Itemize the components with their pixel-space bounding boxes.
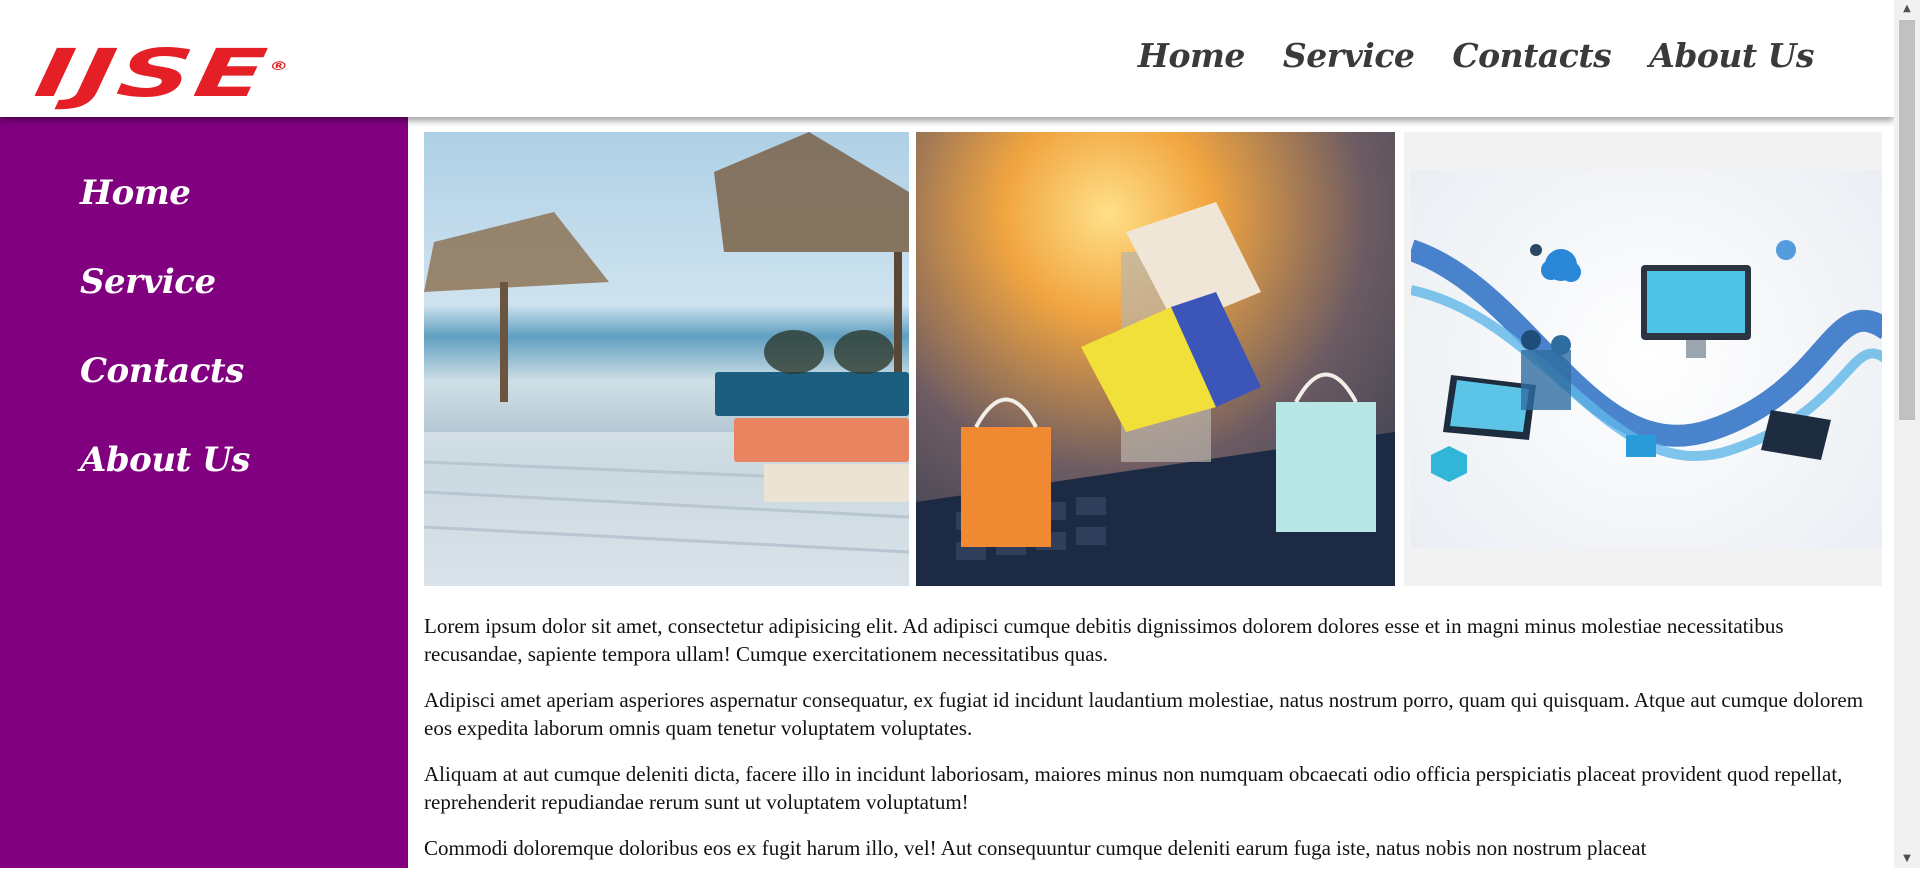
registered-mark: ®	[268, 59, 293, 73]
sidebar-item-contacts[interactable]: Contacts	[80, 351, 250, 440]
scroll-thumb[interactable]	[1899, 20, 1915, 420]
sidebar-item-home[interactable]: Home	[80, 173, 250, 262]
technology-illustration	[1407, 239, 1882, 482]
scroll-down-icon[interactable]: ▼	[1894, 850, 1920, 868]
paragraph-4: Commodi doloremque doloribus eos ex fugi…	[424, 836, 1647, 860]
shopping-illustration	[916, 202, 1395, 586]
scroll-up-icon[interactable]: ▲	[1894, 0, 1920, 18]
vertical-scrollbar[interactable]: ▲ ▼	[1894, 0, 1920, 868]
top-nav-about-us-link[interactable]: About Us	[1649, 36, 1814, 75]
image-gallery	[424, 132, 1884, 586]
sidebar-item-about-us[interactable]: About Us	[80, 440, 250, 529]
top-nav-service-link[interactable]: Service	[1283, 36, 1415, 75]
sidebar-item-service[interactable]: Service	[80, 262, 250, 351]
beach-books-sunglasses-image	[424, 132, 909, 586]
top-navigation: Home Service Contacts About Us	[1138, 36, 1815, 75]
main-content: Lorem ipsum dolor sit amet, consectetur …	[424, 132, 1884, 880]
ijse-logo[interactable]: IJSE®	[30, 35, 524, 112]
digital-technology-network-image	[1404, 132, 1882, 586]
top-nav-contacts-link[interactable]: Contacts	[1452, 36, 1611, 75]
logo-text: IJSE	[29, 35, 275, 112]
paragraph-3: Aliquam at aut cumque deleniti dicta, fa…	[424, 762, 1843, 814]
shopping-bags-cart-laptop-image	[916, 132, 1395, 586]
sidebar: Home Service Contacts About Us	[0, 117, 408, 868]
sidebar-navigation: Home Service Contacts About Us	[80, 173, 250, 529]
technology-panel	[1407, 170, 1882, 548]
paragraph-2: Adipisci amet aperiam asperiores asperna…	[424, 688, 1864, 740]
content-text: Lorem ipsum dolor sit amet, consectetur …	[424, 612, 1884, 862]
beach-illustration	[424, 132, 909, 586]
site-header: IJSE® Home Service Contacts About Us	[0, 0, 1894, 117]
top-nav-home-link[interactable]: Home	[1138, 36, 1246, 75]
paragraph-1: Lorem ipsum dolor sit amet, consectetur …	[424, 614, 1784, 666]
